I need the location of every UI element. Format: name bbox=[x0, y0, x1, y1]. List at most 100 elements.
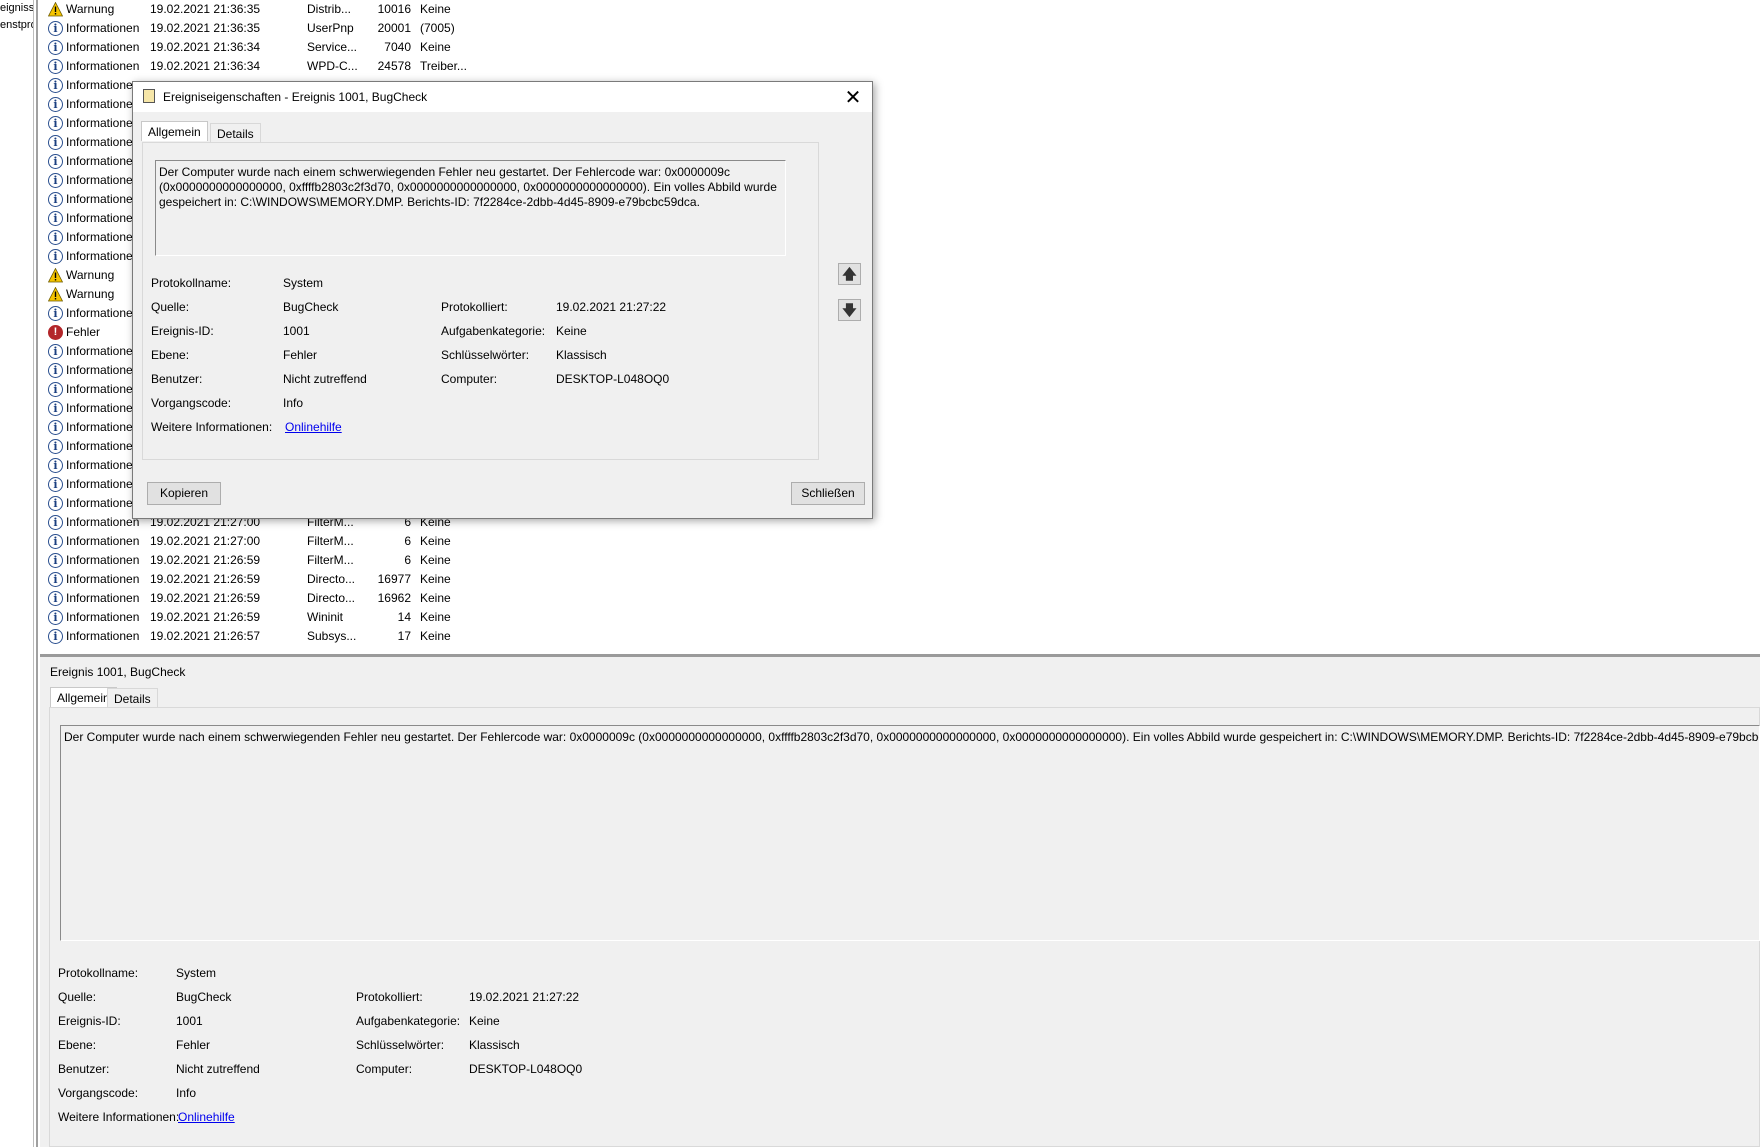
event-level: Warnung bbox=[66, 268, 115, 282]
dialog-tab-general[interactable]: Allgemein bbox=[141, 121, 208, 141]
event-id: 17 bbox=[397, 629, 411, 643]
event-source: Subsys... bbox=[307, 629, 357, 643]
source-value: BugCheck bbox=[283, 300, 339, 314]
info-icon: i bbox=[48, 21, 63, 36]
event-level: Informationen bbox=[66, 591, 140, 605]
event-level: Informationen bbox=[66, 420, 140, 434]
event-level: Informationen bbox=[66, 249, 140, 263]
task-category-label: Aufgabenkategorie: bbox=[356, 1014, 461, 1028]
event-date: 19.02.2021 21:36:34 bbox=[150, 59, 261, 73]
info-icon: i bbox=[48, 78, 63, 93]
info-icon: i bbox=[48, 154, 63, 169]
event-row[interactable]: i Informationen 19.02.2021 21:36:34 WPD-C..… bbox=[48, 57, 1748, 76]
event-id-label: Ereignis-ID: bbox=[151, 324, 214, 338]
event-row[interactable]: i Informationen 19.02.2021 21:36:34 Service… bbox=[48, 38, 1748, 57]
next-event-arrow-icon[interactable]: 🡇 bbox=[838, 299, 861, 321]
task-category-value: Keine bbox=[469, 1014, 500, 1028]
info-icon: i bbox=[48, 401, 63, 416]
event-task: Keine bbox=[420, 572, 451, 586]
info-icon: i bbox=[48, 135, 63, 150]
event-task: Keine bbox=[420, 610, 451, 624]
vertical-splitter[interactable] bbox=[36, 0, 38, 1147]
info-icon: i bbox=[48, 344, 63, 359]
event-task: Treiber... bbox=[420, 59, 467, 73]
event-level: Informationen bbox=[66, 154, 140, 168]
computer-value: DESKTOP-L048OQ0 bbox=[469, 1062, 583, 1076]
event-level: Informationen bbox=[66, 306, 140, 320]
event-id: 10016 bbox=[377, 2, 411, 16]
online-help-link[interactable]: Onlinehilfe bbox=[285, 420, 342, 434]
event-source: FilterM... bbox=[307, 534, 354, 548]
opcode-label: Vorgangscode: bbox=[151, 396, 232, 410]
dialog-message-box[interactable]: Der Computer wurde nach einem schwerwieg… bbox=[155, 160, 786, 256]
event-source: FilterM... bbox=[307, 553, 354, 567]
event-task: Keine bbox=[420, 534, 451, 548]
warning-icon bbox=[47, 1, 64, 17]
event-row[interactable]: i Informationen 19.02.2021 21:26:59 Directo… bbox=[48, 570, 1748, 589]
warning-icon bbox=[47, 286, 64, 302]
dialog-tab-details[interactable]: Details bbox=[210, 123, 261, 143]
event-level: Informationen bbox=[66, 21, 140, 35]
level-label: Ebene: bbox=[151, 348, 190, 362]
source-value: BugCheck bbox=[176, 990, 232, 1004]
event-id: 14 bbox=[397, 610, 411, 624]
event-source: Distrib... bbox=[307, 2, 352, 16]
event-date: 19.02.2021 21:36:34 bbox=[150, 40, 261, 54]
source-label: Quelle: bbox=[58, 990, 97, 1004]
tree-item-services[interactable]: enstpro bbox=[0, 19, 33, 31]
keywords-value: Klassisch bbox=[556, 348, 607, 362]
log-name-label: Protokollname: bbox=[151, 276, 232, 290]
event-level: Informationen bbox=[66, 363, 140, 377]
close-button[interactable]: Schließen bbox=[791, 482, 865, 505]
event-task: Keine bbox=[420, 40, 451, 54]
event-row[interactable]: i Informationen 19.02.2021 21:27:00 FilterM… bbox=[48, 532, 1748, 551]
event-level: Fehler bbox=[66, 325, 101, 339]
event-source: Wininit bbox=[307, 610, 344, 624]
event-date: 19.02.2021 21:26:59 bbox=[150, 572, 261, 586]
copy-button[interactable]: Kopieren bbox=[147, 482, 221, 505]
info-icon: i bbox=[48, 515, 63, 530]
info-icon: i bbox=[48, 610, 63, 625]
event-level: Informationen bbox=[66, 135, 140, 149]
event-level: Informationen bbox=[66, 515, 140, 529]
event-row[interactable]: i Informationen 19.02.2021 21:26:59 Wininit… bbox=[48, 608, 1748, 627]
event-row[interactable]: i Informationen 19.02.2021 21:36:35 UserPnp… bbox=[48, 19, 1748, 38]
tab-details[interactable]: Details bbox=[107, 688, 158, 708]
close-icon[interactable]: ✕ bbox=[839, 85, 867, 109]
event-source: UserPnp bbox=[307, 21, 354, 35]
event-date: 19.02.2021 21:26:57 bbox=[150, 629, 261, 643]
event-level: Informationen bbox=[66, 496, 140, 510]
preview-message-box[interactable]: Der Computer wurde nach einem schwerwieg… bbox=[60, 725, 1760, 941]
event-id: 6 bbox=[404, 534, 411, 548]
keywords-label: Schlüsselwörter: bbox=[356, 1038, 445, 1052]
dialog-tab-pane: Der Computer wurde nach einem schwerwieg… bbox=[142, 142, 819, 460]
event-task: (7005) bbox=[420, 21, 455, 35]
event-id: 16962 bbox=[377, 591, 411, 605]
online-help-link[interactable]: Onlinehilfe bbox=[178, 1110, 235, 1124]
event-row[interactable]: Warnung 19.02.2021 21:36:35 Distrib... 1001… bbox=[47, 0, 1748, 19]
info-icon: i bbox=[48, 173, 63, 188]
info-icon: i bbox=[48, 496, 63, 511]
event-row[interactable]: i Informationen 19.02.2021 21:26:59 Directo… bbox=[48, 589, 1748, 608]
event-level: Informationen bbox=[66, 629, 140, 643]
event-level: Informationen bbox=[66, 553, 140, 567]
event-task: Keine bbox=[420, 629, 451, 643]
event-date: 19.02.2021 21:26:59 bbox=[150, 591, 261, 605]
tree-item-events[interactable]: eignisse bbox=[0, 2, 33, 14]
preview-title: Ereignis 1001, BugCheck bbox=[50, 665, 186, 679]
navigation-tree[interactable]: eignisse enstpro bbox=[0, 0, 34, 1147]
event-level: Informationen bbox=[66, 173, 140, 187]
event-level: Informationen bbox=[66, 382, 140, 396]
level-label: Ebene: bbox=[58, 1038, 97, 1052]
dialog-titlebar[interactable]: Ereigniseigenschaften - Ereignis 1001, B… bbox=[133, 82, 872, 112]
event-row[interactable]: i Informationen 19.02.2021 21:26:57 Subsys.… bbox=[48, 627, 1748, 646]
event-level: Informationen bbox=[66, 40, 140, 54]
event-source: Directo... bbox=[307, 572, 356, 586]
level-value: Fehler bbox=[283, 348, 318, 362]
event-row[interactable]: i Informationen 19.02.2021 21:26:59 FilterM… bbox=[48, 551, 1748, 570]
event-task: Keine bbox=[420, 591, 451, 605]
opcode-value: Info bbox=[283, 396, 304, 410]
previous-event-arrow-icon[interactable]: 🡅 bbox=[838, 263, 861, 285]
info-icon: i bbox=[48, 477, 63, 492]
info-icon: i bbox=[48, 211, 63, 226]
